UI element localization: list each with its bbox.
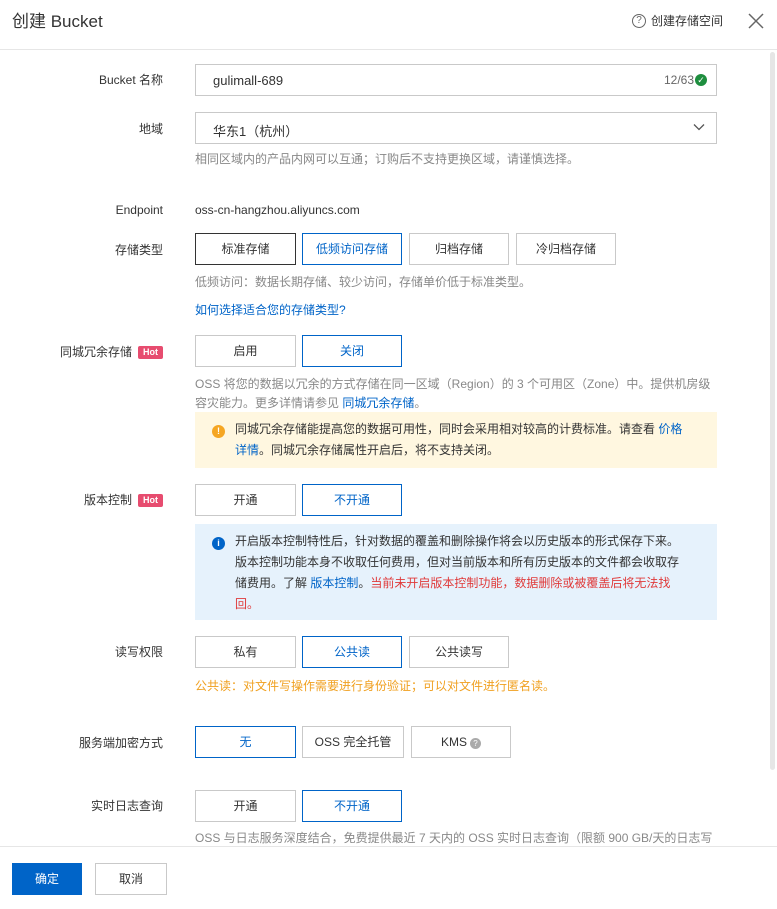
zrs-label-text: 同城冗余存储 bbox=[59, 345, 132, 359]
encryption-kms-label: KMS bbox=[440, 735, 467, 749]
zrs-alert-line2: 。同城冗余存储属性开启后，将不支持关闭。 bbox=[259, 443, 500, 457]
dialog-footer: 确定 取消 bbox=[0, 846, 777, 909]
versioning-info-alert: i 开启版本控制特性后，针对数据的覆盖和删除操作将会以历史版本的形式保存下来。 … bbox=[195, 524, 717, 620]
info-icon: i bbox=[212, 537, 225, 550]
zrs-warning-text: 同城冗余存储能提高您的数据可用性，同时会采用相对较高的计费标准。请查看 价格 详… bbox=[235, 419, 697, 461]
form-body: Bucket 名称 gulimall-689 12/63 ✓ 地域 华东1（杭州… bbox=[0, 51, 777, 846]
storage-cold-archive-option[interactable]: 冷归档存储 bbox=[516, 233, 616, 265]
endpoint-value: oss-cn-hangzhou.aliyuncs.com bbox=[195, 203, 360, 217]
region-label: 地域 bbox=[138, 122, 163, 136]
encryption-kms-option[interactable]: KMS? bbox=[411, 726, 511, 758]
acl-public-read-option[interactable]: 公共读 bbox=[302, 636, 402, 668]
warning-icon: ! bbox=[212, 425, 225, 438]
storage-class-guide-link[interactable]: 如何选择适合您的存储类型? bbox=[195, 301, 346, 320]
dialog-title: 创建 Bucket bbox=[12, 12, 103, 31]
question-icon[interactable]: ? bbox=[470, 738, 481, 749]
zrs-help: OSS 将您的数据以冗余的方式存储在同一区域（Region）的 3 个可用区（Z… bbox=[195, 375, 735, 413]
bucket-name-counter: 12/63 bbox=[663, 73, 694, 87]
zrs-doc-link[interactable]: 同城冗余存储 bbox=[342, 396, 414, 410]
versioning-info-punct: 。 bbox=[358, 576, 371, 590]
zrs-enable-option[interactable]: 启用 bbox=[195, 335, 296, 367]
acl-public-read-write-option[interactable]: 公共读写 bbox=[409, 636, 509, 668]
versioning-info-line1: 开启版本控制特性后，针对数据的覆盖和删除操作将会以历史版本的形式保存下来。 bbox=[235, 534, 680, 548]
question-icon: ? bbox=[632, 13, 646, 28]
zrs-disable-option[interactable]: 关闭 bbox=[302, 335, 402, 367]
versioning-disable-option[interactable]: 不开通 bbox=[302, 484, 402, 516]
versioning-info-text: 开启版本控制特性后，针对数据的覆盖和删除操作将会以历史版本的形式保存下来。 版本… bbox=[235, 531, 697, 615]
acl-label: 读写权限 bbox=[114, 645, 163, 659]
encryption-label: 服务端加密方式 bbox=[78, 736, 163, 750]
hot-badge: Hot bbox=[138, 494, 163, 507]
versioning-danger-text: 当前未开启版本控制功能，数据删除或被覆盖后将无法找 bbox=[370, 576, 671, 590]
zrs-label: 同城冗余存储 Hot bbox=[0, 343, 163, 360]
realtime-log-enable-option[interactable]: 开通 bbox=[195, 790, 296, 822]
realtime-log-disable-option[interactable]: 不开通 bbox=[302, 790, 402, 822]
dialog-header: 创建 Bucket ? 创建存储空间 bbox=[0, 0, 777, 50]
versioning-label-text: 版本控制 bbox=[83, 493, 132, 507]
bucket-name-input[interactable]: gulimall-689 12/63 ✓ bbox=[195, 64, 717, 96]
scrollbar[interactable] bbox=[770, 52, 775, 770]
storage-class-help: 低频访问：数据长期存储、较少访问，存储单价低于标准类型。 bbox=[195, 275, 532, 289]
check-circle-icon: ✓ bbox=[695, 74, 707, 86]
region-select[interactable]: 华东1（杭州） bbox=[195, 112, 717, 144]
zrs-warning-alert: ! 同城冗余存储能提高您的数据可用性，同时会采用相对较高的计费标准。请查看 价格… bbox=[195, 412, 717, 468]
realtime-log-help: OSS 与日志服务深度结合，免费提供最近 7 天内的 OSS 实时日志查询（限额… bbox=[195, 831, 713, 845]
zrs-alert-line1: 同城冗余存储能提高您的数据可用性，同时会采用相对较高的计费标准。请查看 bbox=[235, 422, 659, 436]
versioning-info-line3: 储费用。了解 bbox=[235, 576, 311, 590]
region-value: 华东1（杭州） bbox=[213, 124, 299, 139]
help-label: 创建存储空间 bbox=[651, 14, 724, 28]
bucket-name-label: Bucket 名称 bbox=[98, 73, 163, 87]
versioning-danger-text-end: 回。 bbox=[235, 597, 260, 611]
zrs-help-end: 。 bbox=[414, 396, 427, 410]
storage-archive-option[interactable]: 归档存储 bbox=[409, 233, 509, 265]
storage-ia-option[interactable]: 低频访问存储 bbox=[302, 233, 402, 265]
zrs-help-line1: OSS 将您的数据以冗余的方式存储在同一区域（Region）的 3 个可用区（Z… bbox=[195, 377, 711, 391]
encryption-oss-option[interactable]: OSS 完全托管 bbox=[302, 726, 404, 758]
help-link[interactable]: ? 创建存储空间 bbox=[632, 12, 723, 29]
versioning-info-line2: 版本控制功能本身不收取任何费用，但对当前版本和所有历史版本的文件都会收取存 bbox=[235, 555, 680, 569]
acl-warning: 公共读：对文件写操作需要进行身份验证；可以对文件进行匿名读。 bbox=[195, 679, 556, 693]
bucket-name-value: gulimall-689 bbox=[213, 73, 284, 88]
cancel-button[interactable]: 取消 bbox=[95, 863, 167, 895]
zrs-price-detail-link[interactable]: 详情 bbox=[235, 443, 259, 457]
versioning-enable-option[interactable]: 开通 bbox=[195, 484, 296, 516]
versioning-doc-link[interactable]: 版本控制 bbox=[310, 576, 358, 590]
encryption-none-option[interactable]: 无 bbox=[195, 726, 296, 758]
close-icon[interactable] bbox=[747, 12, 765, 30]
storage-class-label: 存储类型 bbox=[114, 243, 163, 257]
confirm-button[interactable]: 确定 bbox=[12, 863, 82, 895]
versioning-label: 版本控制 Hot bbox=[0, 491, 163, 508]
endpoint-label: Endpoint bbox=[115, 203, 163, 217]
hot-badge: Hot bbox=[138, 346, 163, 359]
chevron-down-icon bbox=[693, 124, 705, 131]
zrs-help-line2: 容灾能力。更多详情请参见 bbox=[195, 396, 343, 410]
storage-standard-option[interactable]: 标准存储 bbox=[195, 233, 296, 265]
region-help: 相同区域内的产品内网可以互通；订购后不支持更换区域，请谨慎选择。 bbox=[195, 152, 580, 166]
realtime-log-label: 实时日志查询 bbox=[90, 799, 163, 813]
acl-private-option[interactable]: 私有 bbox=[195, 636, 296, 668]
zrs-price-link[interactable]: 价格 bbox=[658, 422, 682, 436]
